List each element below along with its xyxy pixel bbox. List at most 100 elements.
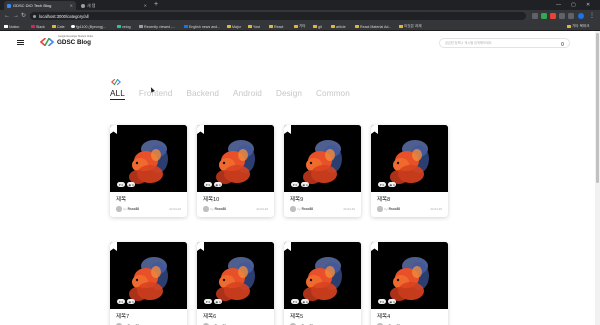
minimize-button[interactable]: — <box>556 0 561 10</box>
site-info-icon[interactable] <box>33 14 36 18</box>
bookmark-icon[interactable] <box>110 242 117 251</box>
post-stats: ♥ 0 ◉ 0 <box>378 182 398 187</box>
post-title[interactable]: 제목5 <box>290 312 303 320</box>
new-tab-button[interactable]: + <box>154 0 158 10</box>
post-card[interactable]: ♥ 0 ◉ 0 제목10 by Rsoc88 22.04.20 <box>197 125 274 217</box>
close-tab-icon[interactable]: ✕ <box>70 3 73 8</box>
hamburger-menu-icon[interactable] <box>17 40 24 45</box>
bookmark-folder[interactable]: React Material Ad... <box>355 22 391 31</box>
bookmark-item[interactable]: Slack <box>31 22 45 31</box>
post-card[interactable]: ♥ 0◉ 0제목5byRsoc8822.04.20 <box>284 242 361 325</box>
post-meta: byRsoc88 22.04.20 <box>203 206 268 212</box>
post-stats: ♥ 0 ◉ 0 <box>204 182 224 187</box>
extension-green-icon[interactable] <box>541 13 547 19</box>
bookmark-label: React <box>274 24 284 29</box>
bookmark-item[interactable]: fjp1100 (Byeongj... <box>71 22 106 31</box>
address-bar[interactable]: localhost:3000/category/all <box>30 12 526 20</box>
bookmark-icon[interactable] <box>197 125 204 134</box>
bookmark-folder[interactable]: git <box>313 22 322 31</box>
folder-icon <box>52 25 56 28</box>
post-card[interactable]: ♥ 0◉ 0제목6byRsoc8822.04.20 <box>197 242 274 325</box>
post-card[interactable]: ♥ 0◉ 0제목7byRsoc8822.04.20 <box>110 242 187 325</box>
tab-frontend[interactable]: Frontend <box>139 89 173 101</box>
bookmark-folder[interactable]: 기타 <box>294 22 306 31</box>
author-name[interactable]: Rsoc88 <box>215 207 226 211</box>
bookmark-icon[interactable] <box>371 125 378 134</box>
close-tab-icon[interactable]: ✕ <box>144 3 147 8</box>
bookmark-item[interactable]: Cafe <box>52 22 65 31</box>
site-title: GDSC Blog <box>57 38 91 46</box>
bookmark-item[interactable]: English news and... <box>184 22 220 31</box>
post-title[interactable]: 제목8 <box>377 195 390 203</box>
post-stats: ♥ 0 ◉ 0 <box>291 182 311 187</box>
browser-tab-active[interactable]: GDSC DIO Tech Blog ✕ <box>4 1 76 10</box>
bookmark-folder[interactable]: Yost <box>248 22 260 31</box>
close-window-button[interactable]: ✕ <box>586 0 590 10</box>
bookmark-item[interactable]: velog <box>117 22 131 31</box>
post-title[interactable]: 제목6 <box>203 312 216 320</box>
post-card[interactable]: ♥ 0 ◉ 0 제목 by Rsoc88 22.04.20 <box>110 125 187 217</box>
profile-avatar[interactable] <box>578 13 584 19</box>
author-avatar <box>116 206 122 212</box>
search-box[interactable] <box>439 38 570 48</box>
tab-common[interactable]: Common <box>316 89 350 101</box>
browser-tab-new[interactable]: 새 탭 ✕ <box>78 1 150 10</box>
bookmark-label: 기타 <box>299 24 306 28</box>
reload-icon[interactable]: ↻ <box>21 10 26 22</box>
bookmark-item[interactable]: Recently viewed -... <box>139 22 175 31</box>
post-card[interactable]: ♥ 0 ◉ 0 제목8 by Rsoc88 22.04.20 <box>371 125 448 217</box>
post-title[interactable]: 제목10 <box>203 195 219 203</box>
post-thumbnail[interactable]: ♥ 0 ◉ 0 <box>284 242 361 309</box>
other-bookmarks[interactable]: 기타 북마크 <box>567 22 590 31</box>
author-name[interactable]: Rsoc88 <box>389 207 400 211</box>
post-thumbnail[interactable]: ♥ 0 ◉ 0 <box>371 125 448 192</box>
post-thumbnail[interactable]: ♥ 0 ◉ 0 <box>284 125 361 192</box>
slack-icon <box>31 25 35 28</box>
back-arrow-icon[interactable]: ← <box>4 10 10 22</box>
bookmark-icon[interactable] <box>284 242 291 251</box>
author-name[interactable]: Rsoc88 <box>302 207 313 211</box>
site-logo[interactable]: GDSC Blog <box>40 36 91 48</box>
post-card[interactable]: ♥ 0 ◉ 0 제목9 by Rsoc88 22.04.20 <box>284 125 361 217</box>
bookmark-folder[interactable]: React <box>269 22 283 31</box>
post-thumbnail[interactable]: ♥ 0 ◉ 0 <box>197 242 274 309</box>
tab-android[interactable]: Android <box>233 89 262 101</box>
author-name[interactable]: Rsoc88 <box>128 207 139 211</box>
bookmark-label: React Material Ad... <box>360 24 392 29</box>
extension-red-icon[interactable] <box>550 13 556 19</box>
bookmark-icon[interactable] <box>110 125 117 134</box>
post-thumbnail[interactable]: ♥ 0 ◉ 0 <box>110 242 187 309</box>
bookmark-icon[interactable] <box>197 242 204 251</box>
search-icon[interactable] <box>560 42 564 46</box>
post-thumbnail[interactable]: ♥ 0 ◉ 0 <box>371 242 448 309</box>
search-input[interactable] <box>445 41 555 45</box>
post-meta: byRsoc88 22.04.20 <box>116 206 181 212</box>
browser-menu-icon[interactable]: ⋮ <box>589 10 595 22</box>
post-thumbnail[interactable]: ♥ 0 ◉ 0 <box>197 125 274 192</box>
folder-icon <box>227 25 231 28</box>
post-card[interactable]: ♥ 0◉ 0제목4byRsoc8822.04.20 <box>371 242 448 325</box>
forward-arrow-icon[interactable]: → <box>13 10 19 22</box>
tab-backend[interactable]: Backend <box>186 89 219 101</box>
extensions-puzzle-icon[interactable] <box>559 13 565 19</box>
post-thumbnail[interactable]: ♥ 0 ◉ 0 <box>110 125 187 192</box>
post-title[interactable]: 제목7 <box>116 312 129 320</box>
bookmark-icon[interactable] <box>371 242 378 251</box>
bookmark-folder[interactable]: article <box>331 22 346 31</box>
page-scrollbar[interactable] <box>595 31 600 325</box>
bookmark-folder[interactable]: Major <box>227 22 241 31</box>
bookmark-item[interactable]: Notion <box>4 22 19 31</box>
bookmark-icon[interactable] <box>284 125 291 134</box>
post-title[interactable]: 제목 <box>116 195 126 203</box>
sidebar-icon[interactable] <box>568 13 574 19</box>
share-icon[interactable] <box>532 13 538 19</box>
tab-all[interactable]: ALL <box>110 89 125 101</box>
maximize-button[interactable]: ▢ <box>571 0 576 10</box>
post-title[interactable]: 제목9 <box>290 195 303 203</box>
tab-design[interactable]: Design <box>276 89 302 101</box>
views-badge: ◉ 0 <box>301 299 310 304</box>
bookmark-folder[interactable]: 이것은 과제 <box>399 22 422 31</box>
scrollbar-thumb[interactable] <box>596 33 599 183</box>
post-title[interactable]: 제목4 <box>377 312 390 320</box>
browser-toolbar: ← → ↻ localhost:3000/category/all ⋮ <box>0 10 600 22</box>
